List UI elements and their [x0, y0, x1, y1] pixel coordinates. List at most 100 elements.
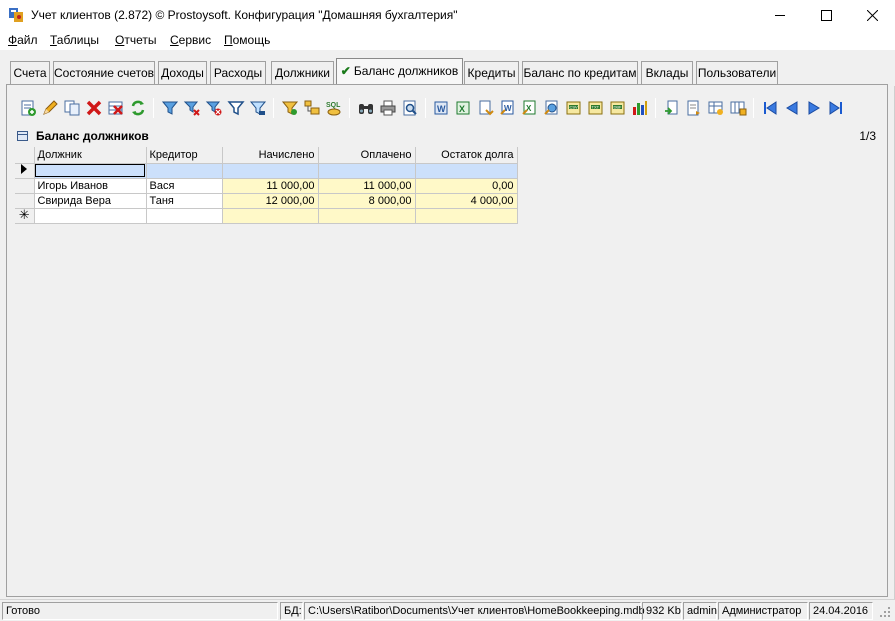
import-button[interactable]: [661, 97, 683, 119]
tab-account-status[interactable]: Состояние счетов: [53, 61, 155, 84]
grid-cell[interactable]: Таня: [146, 193, 223, 209]
menu-bar: Файл Таблицы Отчеты Сервис Помощь: [0, 30, 895, 50]
export-excel-button[interactable]: X: [453, 97, 475, 119]
grid-cell[interactable]: Вася: [146, 178, 223, 194]
grid-cell[interactable]: [146, 163, 223, 179]
print-icon: [380, 100, 396, 116]
filter-clear-button[interactable]: [203, 97, 225, 119]
menu-tables[interactable]: Таблицы: [50, 33, 99, 47]
print-button[interactable]: [377, 97, 399, 119]
delete-icon: [86, 100, 102, 116]
refresh-button[interactable]: [127, 97, 149, 119]
filter-remove-icon: [183, 101, 200, 116]
column-header-creditor[interactable]: Кредитор: [146, 147, 223, 164]
app-icon: [9, 8, 23, 22]
grid-cell[interactable]: 12 000,00: [222, 193, 319, 209]
grid-cell[interactable]: [415, 208, 518, 224]
table-row[interactable]: [15, 163, 518, 179]
table-settings-button[interactable]: [705, 97, 727, 119]
tab-debtor-balance[interactable]: ✔ Баланс должников: [336, 58, 463, 85]
table-row[interactable]: Свирида Вера Таня 12 000,00 8 000,00 4 0…: [15, 193, 518, 209]
new-record-row[interactable]: ✳: [15, 208, 518, 224]
find-button[interactable]: [355, 97, 377, 119]
grid-cell[interactable]: [415, 163, 518, 179]
grid-cell[interactable]: 4 000,00: [415, 193, 518, 209]
delete-all-button[interactable]: [105, 97, 127, 119]
tab-credits[interactable]: Кредиты: [464, 61, 519, 84]
menu-file[interactable]: Файл: [8, 33, 38, 47]
status-role: Администратор: [718, 602, 808, 620]
grid-cell[interactable]: 11 000,00: [222, 178, 319, 194]
export-dbf-button[interactable]: DBF: [607, 97, 629, 119]
menu-reports[interactable]: Отчеты: [115, 33, 157, 47]
grid-cell[interactable]: [34, 208, 147, 224]
grid-cell[interactable]: 8 000,00: [318, 193, 416, 209]
grid-cell[interactable]: [222, 208, 319, 224]
row-pointer-icon: [21, 164, 28, 174]
export-csv-button[interactable]: CSV: [563, 97, 585, 119]
column-header-paid[interactable]: Оплачено: [318, 147, 416, 164]
filter-advanced-icon: [227, 101, 245, 116]
grid-header-row: Должник Кредитор Начислено Оплачено Оста…: [15, 147, 518, 164]
sql-button[interactable]: SQL: [323, 97, 345, 119]
resize-grip-icon[interactable]: [879, 606, 891, 618]
next-record-button[interactable]: [803, 97, 825, 119]
column-header-accrued[interactable]: Начислено: [222, 147, 319, 164]
grid-cell[interactable]: [318, 163, 416, 179]
grid-cell[interactable]: [146, 208, 223, 224]
document-button[interactable]: [683, 97, 705, 119]
tab-debtors[interactable]: Должники: [271, 61, 334, 84]
filter-saved-icon: [249, 101, 267, 115]
add-record-button[interactable]: [17, 97, 39, 119]
last-record-button[interactable]: [825, 97, 847, 119]
filter-remove-button[interactable]: [181, 97, 203, 119]
minimize-button[interactable]: [757, 0, 803, 30]
svg-text:DBF: DBF: [614, 104, 623, 109]
group-button[interactable]: [301, 97, 323, 119]
export-excel2-button[interactable]: X: [519, 97, 541, 119]
grid-cell[interactable]: 0,00: [415, 178, 518, 194]
column-header-remaining[interactable]: Остаток долга: [415, 147, 518, 164]
grid-cell[interactable]: [318, 208, 416, 224]
filter-button[interactable]: [159, 97, 181, 119]
export-text-icon: [479, 100, 494, 116]
tab-credit-balance[interactable]: Баланс по кредитам: [522, 61, 638, 84]
menu-service[interactable]: Сервис: [170, 33, 211, 47]
grid-cell[interactable]: Игорь Иванов: [34, 178, 147, 194]
grid-cell[interactable]: [34, 163, 147, 179]
menu-help[interactable]: Помощь: [224, 33, 270, 47]
copy-record-button[interactable]: [61, 97, 83, 119]
export-word-button[interactable]: W: [431, 97, 453, 119]
tab-panel: SQL W X W X CSV TXT DBF Баланс должников…: [6, 85, 888, 597]
grid-cell[interactable]: Свирида Вера: [34, 193, 147, 209]
status-db-path: C:\Users\Ratibor\Documents\Учет клиентов…: [304, 602, 645, 620]
tab-expenses[interactable]: Расходы: [210, 61, 266, 84]
export-word2-button[interactable]: W: [497, 97, 519, 119]
print-preview-button[interactable]: [399, 97, 421, 119]
maximize-button[interactable]: [803, 0, 849, 30]
close-button[interactable]: [849, 0, 895, 30]
tab-users[interactable]: Пользователи: [696, 61, 778, 84]
columns-button[interactable]: [727, 97, 749, 119]
filter-advanced-button[interactable]: [225, 97, 247, 119]
tab-income[interactable]: Доходы: [158, 61, 207, 84]
column-header-debtor[interactable]: Должник: [34, 147, 147, 164]
filter-group-button[interactable]: [279, 97, 301, 119]
next-record-icon: [808, 101, 820, 115]
tab-deposits[interactable]: Вклады: [641, 61, 693, 84]
tab-accounts[interactable]: Счета: [10, 61, 50, 84]
grid-cell[interactable]: [222, 163, 319, 179]
delete-button[interactable]: [83, 97, 105, 119]
export-text-button[interactable]: [475, 97, 497, 119]
prev-record-button[interactable]: [781, 97, 803, 119]
table-row[interactable]: Игорь Иванов Вася 11 000,00 11 000,00 0,…: [15, 178, 518, 194]
window-title: Учет клиентов (2.872) © Prostoysoft. Кон…: [31, 8, 458, 22]
first-record-button[interactable]: [759, 97, 781, 119]
edit-button[interactable]: [39, 97, 61, 119]
table-icon: [17, 131, 28, 141]
filter-saved-button[interactable]: [247, 97, 269, 119]
grid-cell[interactable]: 11 000,00: [318, 178, 416, 194]
export-xml-button[interactable]: TXT: [585, 97, 607, 119]
chart-button[interactable]: [629, 97, 651, 119]
export-html-button[interactable]: [541, 97, 563, 119]
